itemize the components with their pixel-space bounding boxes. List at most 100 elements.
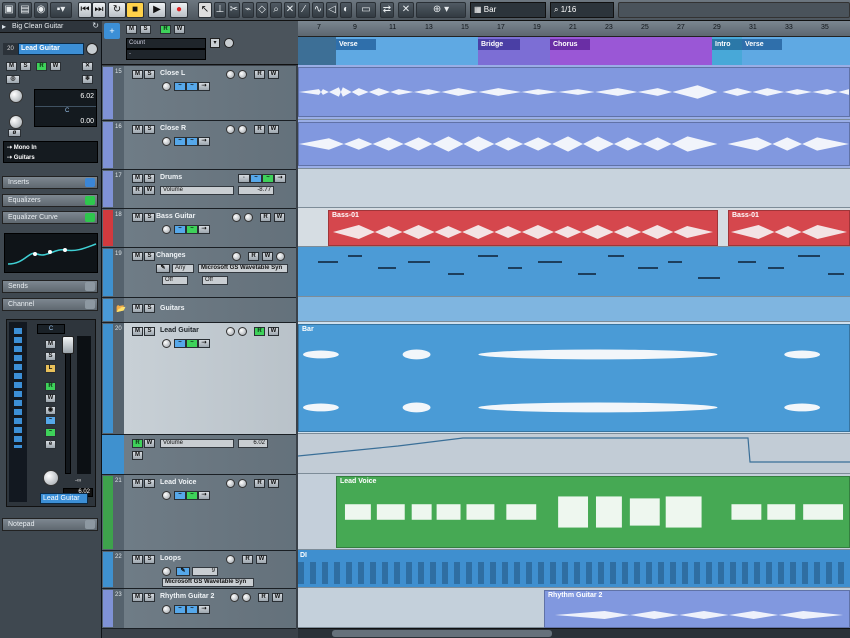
- snap-icon[interactable]: ⇄: [380, 2, 394, 18]
- track-eq-icon[interactable]: ~: [174, 339, 186, 348]
- track-send-icon[interactable]: ⇢: [274, 174, 286, 183]
- track-eq-icon[interactable]: ~: [174, 82, 186, 91]
- inspector-read-button[interactable]: R: [36, 62, 47, 71]
- fader-handle[interactable]: [62, 336, 74, 354]
- channel-strip-name[interactable]: Lead Guitar: [40, 493, 88, 504]
- inserts-bypass-icon[interactable]: [85, 178, 95, 187]
- automation-parameter[interactable]: Volume: [160, 186, 234, 195]
- track-edit-icon[interactable]: [162, 567, 171, 576]
- inspector-volume-knob[interactable]: [9, 89, 23, 103]
- collapse-icon[interactable]: ▸: [2, 22, 6, 31]
- eq-curve-bypass-icon[interactable]: [85, 213, 95, 222]
- channel-write-button[interactable]: W: [45, 394, 56, 403]
- section-notepad[interactable]: Notepad: [2, 518, 98, 531]
- track-read-button[interactable]: R: [254, 479, 265, 488]
- folder-guitars[interactable]: 📂 M S Guitars: [102, 298, 296, 323]
- track-solo-button[interactable]: S: [144, 555, 155, 564]
- track-insert-icon[interactable]: ~: [186, 137, 198, 146]
- track-insert-icon[interactable]: ~: [262, 174, 274, 183]
- folder-icon[interactable]: 📂: [116, 304, 126, 313]
- midi-output[interactable]: Microsoft GS Wavetable Syn: [162, 578, 254, 587]
- quantize-select[interactable]: ▦ Bar: [470, 2, 546, 18]
- monitor-icon[interactable]: ◎: [6, 75, 20, 84]
- clip-close-r[interactable]: [298, 122, 850, 166]
- track-record-icon[interactable]: [244, 213, 253, 222]
- track-lead-voice[interactable]: 21 M S Lead Voice R W ~ ~ ⇢: [102, 475, 296, 551]
- clip-close-l[interactable]: [298, 67, 850, 117]
- channel-monitor-icon[interactable]: ◉: [45, 406, 56, 415]
- track-mute-button[interactable]: M: [132, 327, 143, 336]
- track-eq-icon[interactable]: ~: [174, 137, 186, 146]
- track-send-icon[interactable]: ⇢: [198, 82, 210, 91]
- track-mute-button[interactable]: M: [132, 174, 143, 183]
- track-write-button[interactable]: W: [268, 327, 279, 336]
- track-record-icon[interactable]: [238, 479, 247, 488]
- color-tool-icon[interactable]: ◐: [340, 2, 352, 18]
- track-name[interactable]: Changes: [156, 252, 186, 259]
- range-tool-icon[interactable]: ⊥: [214, 2, 226, 18]
- channel-solo-button[interactable]: S: [45, 352, 56, 361]
- track-rhythm-guitar-2[interactable]: 23 M S Rhythm Guitar 2 R W ~ ~ ⇢: [102, 589, 296, 629]
- track-edit-icon[interactable]: ◦: [238, 174, 250, 183]
- scrollbar-thumb[interactable]: [332, 630, 552, 637]
- channel-eq-active-icon[interactable]: ~: [45, 428, 56, 437]
- automation-lane-volume[interactable]: R W M Volume 6.02: [102, 435, 296, 475]
- track-close-l[interactable]: 15 M S Close L R W ~ ~ ⇢: [102, 66, 296, 121]
- toolbar-layout-icon[interactable]: ▤: [18, 2, 32, 18]
- track-name[interactable]: Close L: [160, 70, 185, 77]
- toolbar-record-mode-icon[interactable]: ◉: [34, 2, 48, 18]
- clip-lead-voice[interactable]: Lead Voice: [336, 476, 850, 548]
- track-name[interactable]: Rhythm Guitar 2: [160, 593, 214, 600]
- track-mute-button[interactable]: M: [132, 479, 143, 488]
- track-write-button[interactable]: W: [274, 213, 285, 222]
- snap-type-select[interactable]: ⊕ ▾: [416, 2, 466, 18]
- track-read-button[interactable]: R: [254, 70, 265, 79]
- track-eq-icon[interactable]: ~: [174, 605, 186, 614]
- header-settings-icon[interactable]: [224, 38, 234, 48]
- track-loops[interactable]: 22 M S Loops R W ✎ 9 Microsoft GS Waveta…: [102, 551, 296, 589]
- midi-output[interactable]: Microsoft GS Wavetable Syn: [198, 264, 288, 273]
- folder-mute-button[interactable]: M: [132, 304, 143, 313]
- automation-read-button[interactable]: R: [132, 439, 143, 448]
- automation-value[interactable]: 6.02: [238, 439, 268, 448]
- channel-read-button[interactable]: R: [45, 382, 56, 391]
- midi-channel[interactable]: Any: [172, 264, 194, 273]
- track-solo-button[interactable]: S: [144, 479, 155, 488]
- section-inserts[interactable]: Inserts: [2, 176, 98, 189]
- ruler[interactable]: 7 9 11 13 15 17 19 21 23 25 27 29 31 33 …: [298, 21, 850, 37]
- header-read-button[interactable]: R: [160, 25, 171, 34]
- clip-rhythm-guitar-2[interactable]: Rhythm Guitar 2: [544, 590, 850, 628]
- clip-bass-01-2[interactable]: Bass-01: [728, 210, 850, 246]
- marker-region-intro[interactable]: Intro: [712, 37, 742, 65]
- marker-region-verse[interactable]: Verse: [336, 37, 478, 65]
- automation-parameter[interactable]: Volume: [160, 439, 234, 448]
- track-mute-button[interactable]: M: [132, 252, 143, 261]
- freeze-icon[interactable]: ❄: [82, 75, 93, 84]
- stop-icon[interactable]: ■: [126, 2, 144, 18]
- inspector-track-name[interactable]: Lead Guitar: [18, 43, 84, 55]
- track-read-button[interactable]: R: [254, 125, 265, 134]
- track-read-button[interactable]: R: [254, 327, 265, 336]
- channel-knob[interactable]: [43, 470, 59, 486]
- automation-mute-button[interactable]: M: [132, 451, 143, 460]
- arrangement[interactable]: Bass-01 Bass-01 Bar Lead Voice DI Rhythm…: [298, 65, 850, 638]
- track-monitor-icon[interactable]: [226, 70, 235, 79]
- track-bass-guitar[interactable]: 18 M S Bass Guitar R W ~ ~ ⇢: [102, 209, 296, 248]
- channel-edit-button[interactable]: e: [45, 440, 56, 449]
- track-name[interactable]: Drums: [160, 174, 182, 181]
- track-monitor-icon[interactable]: [226, 555, 235, 564]
- track-write-button[interactable]: W: [144, 186, 155, 195]
- track-read-button[interactable]: R: [260, 213, 271, 222]
- erase-tool-icon[interactable]: ◇: [256, 2, 268, 18]
- inspector-pan-knob[interactable]: [9, 115, 23, 129]
- mute-tool-icon[interactable]: ✕: [284, 2, 296, 18]
- track-monitor-icon[interactable]: [232, 252, 241, 261]
- track-pencil-icon[interactable]: ✎: [176, 567, 190, 576]
- track-send-icon[interactable]: ⇢: [198, 225, 210, 234]
- track-monitor-icon[interactable]: [226, 125, 235, 134]
- zoom-tool-icon[interactable]: ⌕: [270, 2, 282, 18]
- channel-mute-button[interactable]: M: [45, 340, 56, 349]
- track-name[interactable]: Lead Voice: [160, 479, 196, 486]
- track-monitor-icon[interactable]: [226, 479, 235, 488]
- track-eq-icon[interactable]: ~: [174, 491, 186, 500]
